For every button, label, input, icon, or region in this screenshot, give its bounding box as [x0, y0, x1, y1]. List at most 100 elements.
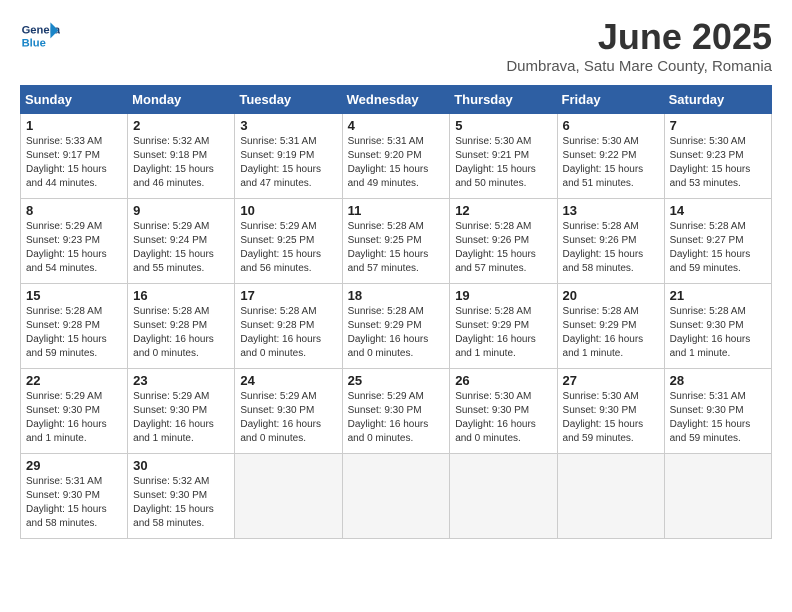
- weekday-header-wednesday: Wednesday: [342, 86, 450, 114]
- day-info: Sunrise: 5:28 AM Sunset: 9:28 PM Dayligh…: [26, 305, 122, 361]
- month-title: June 2025: [506, 16, 772, 58]
- calendar-cell: 8Sunrise: 5:29 AM Sunset: 9:23 PM Daylig…: [21, 199, 128, 284]
- weekday-header-tuesday: Tuesday: [235, 86, 342, 114]
- weekday-header-monday: Monday: [128, 86, 235, 114]
- calendar-cell: 23 Sunrise: 5:29 AM Sunset: 9:30 PM Dayli…: [128, 369, 235, 454]
- calendar-cell: 6 Sunrise: 5:30 AM Sunset: 9:22 PM Daylig…: [557, 114, 664, 199]
- day-info: Sunrise: 5:29 AM Sunset: 9:30 PM Dayligh…: [26, 390, 122, 446]
- day-number: 16: [133, 288, 229, 303]
- day-info: Sunrise: 5:28 AM Sunset: 9:28 PM Dayligh…: [133, 305, 229, 361]
- day-number: 2: [133, 118, 229, 133]
- calendar-cell: 20 Sunrise: 5:28 AM Sunset: 9:29 PM Dayli…: [557, 284, 664, 369]
- day-number: 30: [133, 458, 229, 473]
- day-info: Sunrise: 5:30 AM Sunset: 9:30 PM Dayligh…: [455, 390, 551, 446]
- weekday-header-sunday: Sunday: [21, 86, 128, 114]
- day-info: Sunrise: 5:28 AM Sunset: 9:25 PM Dayligh…: [348, 220, 445, 276]
- day-number: 23: [133, 373, 229, 388]
- title-area: June 2025 Dumbrava, Satu Mare County, Ro…: [506, 16, 772, 75]
- calendar-cell: 7 Sunrise: 5:30 AM Sunset: 9:23 PM Daylig…: [664, 114, 771, 199]
- day-info: Sunrise: 5:29 AM Sunset: 9:30 PM Dayligh…: [133, 390, 229, 446]
- day-number: 17: [240, 288, 336, 303]
- day-info: Sunrise: 5:29 AM Sunset: 9:23 PM Dayligh…: [26, 220, 122, 276]
- calendar-cell: 22 Sunrise: 5:29 AM Sunset: 9:30 PM Dayli…: [21, 369, 128, 454]
- calendar-cell: [342, 454, 450, 539]
- day-info: Sunrise: 5:29 AM Sunset: 9:30 PM Dayligh…: [240, 390, 336, 446]
- calendar-cell: 21 Sunrise: 5:28 AM Sunset: 9:30 PM Dayli…: [664, 284, 771, 369]
- day-info: Sunrise: 5:28 AM Sunset: 9:29 PM Dayligh…: [563, 305, 659, 361]
- day-info: Sunrise: 5:31 AM Sunset: 9:20 PM Dayligh…: [348, 135, 445, 191]
- day-number: 4: [348, 118, 445, 133]
- calendar-table: SundayMondayTuesdayWednesdayThursdayFrid…: [20, 85, 772, 539]
- calendar-cell: 11 Sunrise: 5:28 AM Sunset: 9:25 PM Dayli…: [342, 199, 450, 284]
- calendar-cell: 12 Sunrise: 5:28 AM Sunset: 9:26 PM Dayli…: [450, 199, 557, 284]
- day-info: Sunrise: 5:28 AM Sunset: 9:28 PM Dayligh…: [240, 305, 336, 361]
- day-info: Sunrise: 5:31 AM Sunset: 9:30 PM Dayligh…: [670, 390, 766, 446]
- day-number: 21: [670, 288, 766, 303]
- day-info: Sunrise: 5:29 AM Sunset: 9:25 PM Dayligh…: [240, 220, 336, 276]
- day-info: Sunrise: 5:32 AM Sunset: 9:30 PM Dayligh…: [133, 475, 229, 531]
- week-row-3: 15Sunrise: 5:28 AM Sunset: 9:28 PM Dayli…: [21, 284, 772, 369]
- calendar-cell: [664, 454, 771, 539]
- day-info: Sunrise: 5:30 AM Sunset: 9:22 PM Dayligh…: [563, 135, 659, 191]
- weekday-header-saturday: Saturday: [664, 86, 771, 114]
- day-number: 14: [670, 203, 766, 218]
- week-row-2: 8Sunrise: 5:29 AM Sunset: 9:23 PM Daylig…: [21, 199, 772, 284]
- day-number: 22: [26, 373, 122, 388]
- calendar-cell: 18 Sunrise: 5:28 AM Sunset: 9:29 PM Dayli…: [342, 284, 450, 369]
- calendar-cell: 13 Sunrise: 5:28 AM Sunset: 9:26 PM Dayli…: [557, 199, 664, 284]
- calendar-cell: 29Sunrise: 5:31 AM Sunset: 9:30 PM Dayli…: [21, 454, 128, 539]
- day-info: Sunrise: 5:31 AM Sunset: 9:19 PM Dayligh…: [240, 135, 336, 191]
- logo-icon: General Blue: [20, 16, 60, 56]
- day-number: 18: [348, 288, 445, 303]
- calendar-cell: 10 Sunrise: 5:29 AM Sunset: 9:25 PM Dayli…: [235, 199, 342, 284]
- calendar-cell: [557, 454, 664, 539]
- week-row-5: 29Sunrise: 5:31 AM Sunset: 9:30 PM Dayli…: [21, 454, 772, 539]
- day-number: 3: [240, 118, 336, 133]
- calendar-cell: 17 Sunrise: 5:28 AM Sunset: 9:28 PM Dayli…: [235, 284, 342, 369]
- day-number: 11: [348, 203, 445, 218]
- weekday-header-thursday: Thursday: [450, 86, 557, 114]
- week-row-1: 1 Sunrise: 5:33 AM Sunset: 9:17 PM Daylig…: [21, 114, 772, 199]
- calendar-cell: 2Sunrise: 5:32 AM Sunset: 9:18 PM Daylig…: [128, 114, 235, 199]
- calendar-cell: 28Sunrise: 5:31 AM Sunset: 9:30 PM Dayli…: [664, 369, 771, 454]
- day-number: 19: [455, 288, 551, 303]
- calendar-cell: 9 Sunrise: 5:29 AM Sunset: 9:24 PM Daylig…: [128, 199, 235, 284]
- day-info: Sunrise: 5:28 AM Sunset: 9:29 PM Dayligh…: [455, 305, 551, 361]
- day-info: Sunrise: 5:28 AM Sunset: 9:26 PM Dayligh…: [563, 220, 659, 276]
- day-number: 1: [26, 118, 122, 133]
- day-number: 29: [26, 458, 122, 473]
- day-number: 26: [455, 373, 551, 388]
- calendar-cell: 24 Sunrise: 5:29 AM Sunset: 9:30 PM Dayli…: [235, 369, 342, 454]
- day-number: 10: [240, 203, 336, 218]
- day-number: 5: [455, 118, 551, 133]
- day-info: Sunrise: 5:28 AM Sunset: 9:29 PM Dayligh…: [348, 305, 445, 361]
- day-info: Sunrise: 5:30 AM Sunset: 9:23 PM Dayligh…: [670, 135, 766, 191]
- weekday-header-friday: Friday: [557, 86, 664, 114]
- day-number: 9: [133, 203, 229, 218]
- day-info: Sunrise: 5:28 AM Sunset: 9:30 PM Dayligh…: [670, 305, 766, 361]
- calendar-cell: 26 Sunrise: 5:30 AM Sunset: 9:30 PM Dayli…: [450, 369, 557, 454]
- header: General Blue June 2025 Dumbrava, Satu Ma…: [20, 16, 772, 75]
- day-info: Sunrise: 5:33 AM Sunset: 9:17 PM Dayligh…: [26, 135, 122, 191]
- svg-text:Blue: Blue: [22, 37, 46, 49]
- calendar-cell: 16 Sunrise: 5:28 AM Sunset: 9:28 PM Dayli…: [128, 284, 235, 369]
- calendar-cell: 25Sunrise: 5:29 AM Sunset: 9:30 PM Dayli…: [342, 369, 450, 454]
- day-number: 20: [563, 288, 659, 303]
- day-info: Sunrise: 5:28 AM Sunset: 9:27 PM Dayligh…: [670, 220, 766, 276]
- day-info: Sunrise: 5:28 AM Sunset: 9:26 PM Dayligh…: [455, 220, 551, 276]
- day-info: Sunrise: 5:29 AM Sunset: 9:24 PM Dayligh…: [133, 220, 229, 276]
- day-number: 12: [455, 203, 551, 218]
- day-number: 27: [563, 373, 659, 388]
- day-info: Sunrise: 5:30 AM Sunset: 9:30 PM Dayligh…: [563, 390, 659, 446]
- calendar-cell: 27 Sunrise: 5:30 AM Sunset: 9:30 PM Dayli…: [557, 369, 664, 454]
- calendar-cell: 5Sunrise: 5:30 AM Sunset: 9:21 PM Daylig…: [450, 114, 557, 199]
- day-number: 6: [563, 118, 659, 133]
- calendar-cell: 4 Sunrise: 5:31 AM Sunset: 9:20 PM Daylig…: [342, 114, 450, 199]
- day-number: 13: [563, 203, 659, 218]
- day-number: 25: [348, 373, 445, 388]
- day-number: 24: [240, 373, 336, 388]
- day-number: 7: [670, 118, 766, 133]
- calendar-cell: [235, 454, 342, 539]
- week-row-4: 22 Sunrise: 5:29 AM Sunset: 9:30 PM Dayli…: [21, 369, 772, 454]
- calendar-cell: 15Sunrise: 5:28 AM Sunset: 9:28 PM Dayli…: [21, 284, 128, 369]
